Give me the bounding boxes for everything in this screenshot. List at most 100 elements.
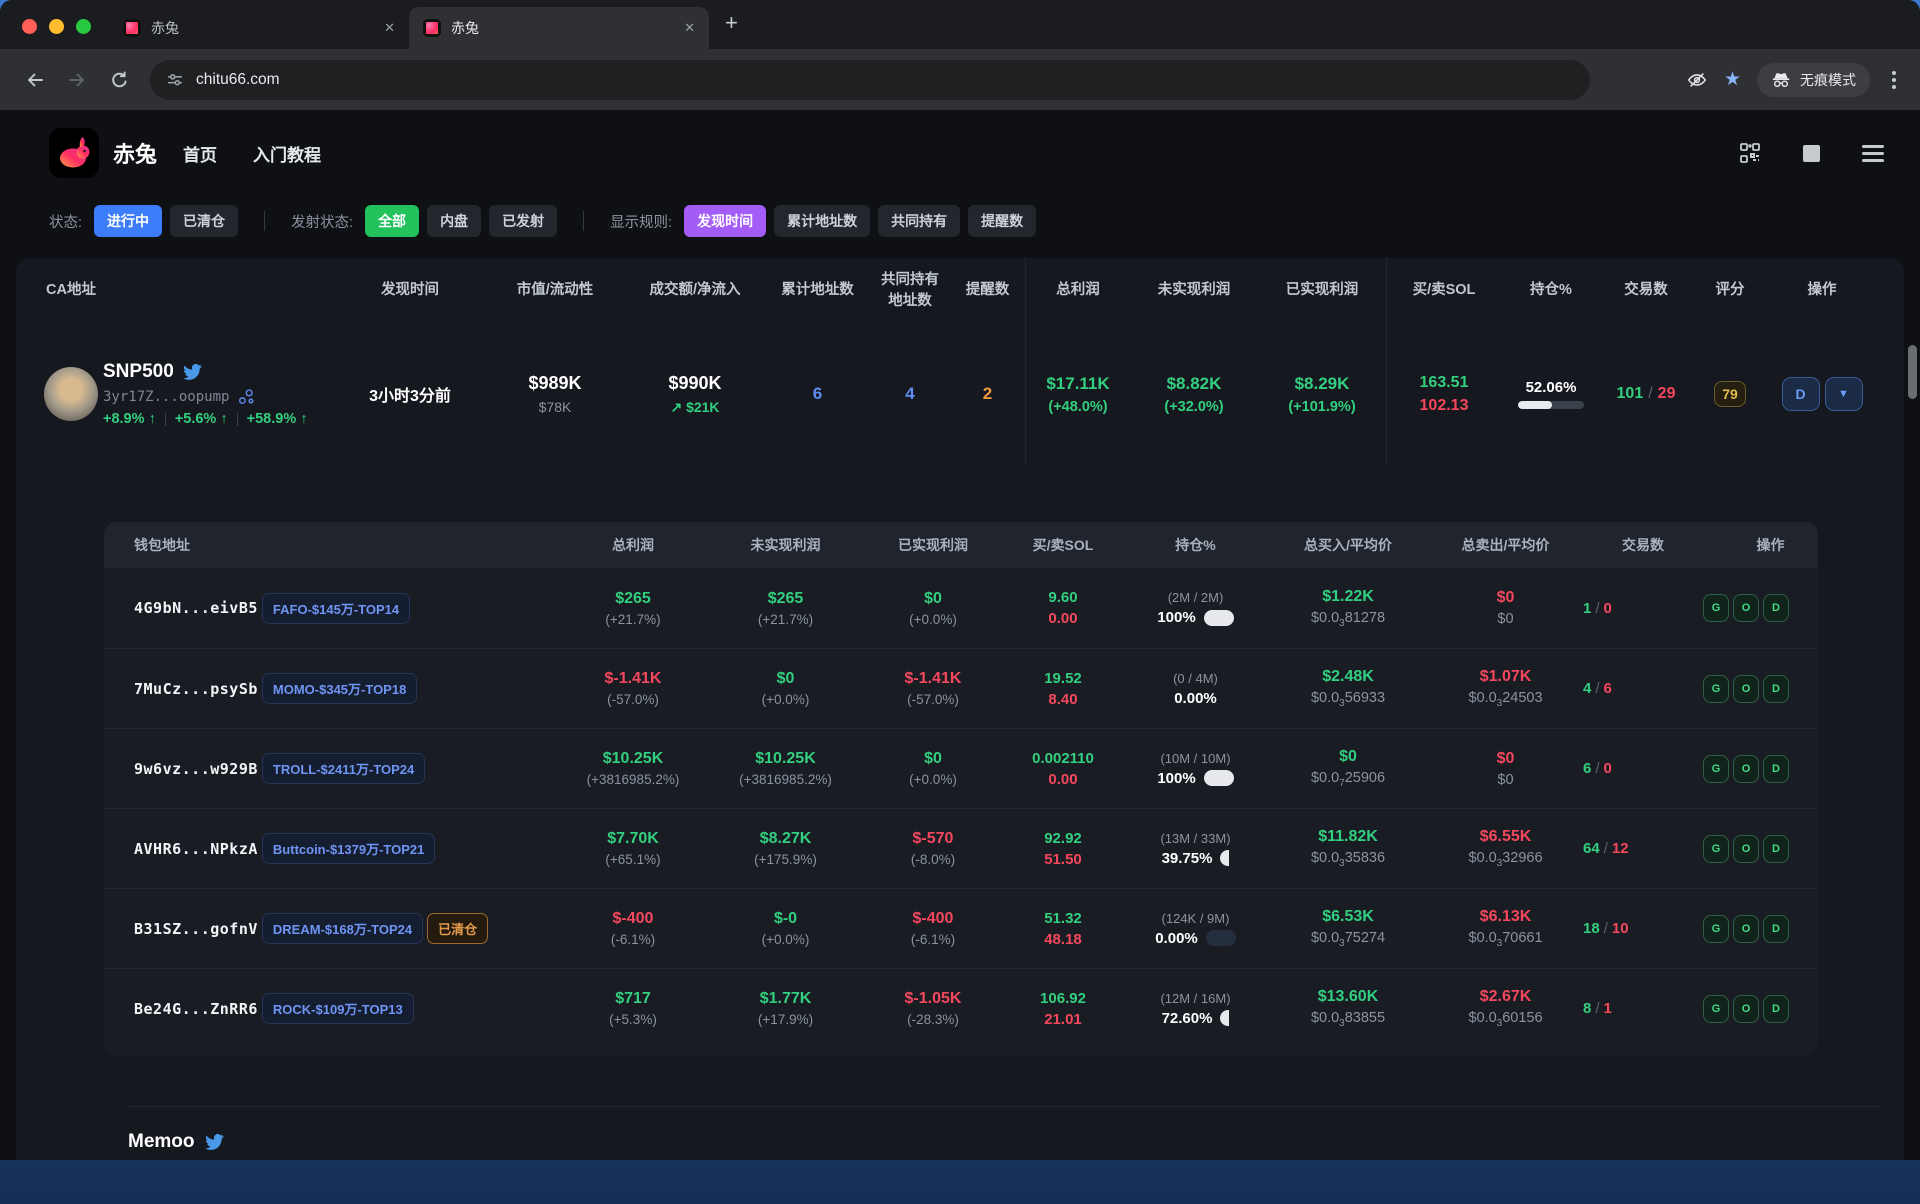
reload-button[interactable] [102, 63, 136, 97]
realized-value: $-1.41K [905, 670, 962, 688]
wallet-action-g-button[interactable]: G [1703, 755, 1729, 783]
column-header: 总买入/平均价 [1268, 535, 1428, 555]
filter-chip[interactable]: 共同持有 [878, 205, 960, 237]
wallet-token-badge[interactable]: Buttcoin-$1379万-TOP21 [262, 833, 435, 864]
nav-home[interactable]: 首页 [183, 141, 217, 166]
wallet-action-o-button[interactable]: O [1733, 594, 1759, 622]
wallet-row[interactable]: B31SZ...gofnV DREAM-$168万-TOP24 已清仓 $-40… [104, 888, 1818, 968]
app-logo[interactable] [49, 128, 99, 178]
wallet-row[interactable]: 4G9bN...eivB5 FAFO-$145万-TOP14 $265 (+21… [104, 568, 1818, 648]
tab-close-icon[interactable]: ✕ [384, 20, 395, 36]
wallet-row[interactable]: AVHR6...NPkzA Buttcoin-$1379万-TOP21 $7.7… [104, 808, 1818, 888]
wallet-token-badge[interactable]: DREAM-$168万-TOP24 [262, 913, 423, 944]
wallet-action-o-button[interactable]: O [1733, 755, 1759, 783]
browser-tab-active[interactable]: 赤兔 ✕ [409, 7, 709, 49]
url-text[interactable]: chitu66.com [196, 71, 280, 89]
column-header: 交易数 [1583, 535, 1703, 555]
wallet-row[interactable]: 9w6vz...w929B TROLL-$2411万-TOP24 $10.25K… [104, 728, 1818, 808]
token-row[interactable]: SNP500 3yr17Z...oopump +8.9% ↑ +5.6% ↑ +… [40, 324, 1880, 464]
wallet-address[interactable]: 7MuCz...psySb [134, 680, 258, 698]
wallet-action-d-button[interactable]: D [1763, 755, 1789, 783]
filter-group-label: 发射状态: [291, 211, 353, 232]
wallet-action-d-button[interactable]: D [1763, 995, 1789, 1023]
wallet-address[interactable]: Be24G...ZnRR6 [134, 1000, 258, 1018]
unrealized-value: $-0 [774, 910, 797, 928]
wallet-token-badge[interactable]: FAFO-$145万-TOP14 [262, 593, 410, 624]
new-tab-button[interactable]: + [709, 10, 754, 36]
wallet-action-o-button[interactable]: O [1733, 835, 1759, 863]
filter-chip[interactable]: 内盘 [427, 205, 481, 237]
close-window-button[interactable] [22, 19, 37, 34]
realized-pct: (-57.0%) [907, 692, 959, 707]
buy-sol: 106.92 [1040, 990, 1086, 1007]
window-controls[interactable] [0, 19, 109, 34]
stop-square-icon[interactable] [1803, 145, 1820, 162]
bookmark-star-icon[interactable]: ★ [1724, 68, 1741, 91]
wallet-action-g-button[interactable]: G [1703, 915, 1729, 943]
column-header: 买/卖SOL [1003, 535, 1123, 555]
url-bar[interactable]: chitu66.com [150, 60, 1590, 100]
wallet-action-d-button[interactable]: D [1763, 594, 1789, 622]
minimize-window-button[interactable] [49, 19, 64, 34]
wallet-action-g-button[interactable]: G [1703, 675, 1729, 703]
wallet-action-o-button[interactable]: O [1733, 915, 1759, 943]
wallet-action-o-button[interactable]: O [1733, 675, 1759, 703]
twitter-icon[interactable] [205, 1134, 224, 1150]
wallet-action-g-button[interactable]: G [1703, 835, 1729, 863]
wallet-action-o-button[interactable]: O [1733, 995, 1759, 1023]
wallet-address[interactable]: 9w6vz...w929B [134, 760, 258, 778]
total-sell-value: $6.13K [1480, 908, 1532, 926]
incognito-badge[interactable]: 无痕模式 [1757, 63, 1870, 97]
nav-tutorial[interactable]: 入门教程 [253, 141, 321, 166]
forward-button[interactable] [60, 63, 94, 97]
site-settings-icon[interactable] [166, 71, 184, 89]
maximize-window-button[interactable] [76, 19, 91, 34]
filter-chip[interactable]: 累计地址数 [774, 205, 870, 237]
wallet-address[interactable]: B31SZ...gofnV [134, 920, 258, 938]
profit-value: $-400 [613, 910, 654, 928]
filter-chip[interactable]: 已清仓 [170, 205, 238, 237]
wallet-token-badge[interactable]: MOMO-$345万-TOP18 [262, 673, 417, 704]
twitter-icon[interactable] [183, 364, 202, 380]
filter-chip[interactable]: 已发射 [489, 205, 557, 237]
detail-button[interactable]: D [1782, 377, 1820, 411]
wallet-row[interactable]: 7MuCz...psySb MOMO-$345万-TOP18 $-1.41K (… [104, 648, 1818, 728]
wallet-token-badge[interactable]: ROCK-$109万-TOP13 [262, 993, 414, 1024]
wallet-action-d-button[interactable]: D [1763, 675, 1789, 703]
avg-buy-price: $0.0335836 [1311, 850, 1385, 869]
sort-filter-group: 发现时间累计地址数共同持有提醒数 [684, 205, 1036, 237]
token-address[interactable]: 3yr17Z...oopump [103, 389, 229, 405]
position-toggle[interactable] [1220, 850, 1229, 866]
filter-chip[interactable]: 全部 [365, 205, 419, 237]
position-toggle[interactable] [1220, 1010, 1229, 1026]
wallet-action-g-button[interactable]: G [1703, 995, 1729, 1023]
hide-eye-icon[interactable] [1686, 69, 1708, 91]
filter-chip[interactable]: 进行中 [94, 205, 162, 237]
browser-menu-icon[interactable] [1886, 71, 1902, 89]
wallet-address[interactable]: AVHR6...NPkzA [134, 840, 258, 858]
unrealized-value: $8.27K [760, 830, 812, 848]
back-button[interactable] [18, 63, 52, 97]
wallet-action-d-button[interactable]: D [1763, 915, 1789, 943]
browser-tab[interactable]: 赤兔 ✕ [109, 7, 409, 49]
filter-chip[interactable]: 发现时间 [684, 205, 766, 237]
filter-chip[interactable]: 提醒数 [968, 205, 1036, 237]
wallet-row[interactable]: Be24G...ZnRR6 ROCK-$109万-TOP13 $717 (+5.… [104, 968, 1818, 1048]
menu-icon[interactable] [1862, 145, 1884, 162]
position-toggle[interactable] [1206, 930, 1236, 946]
wallet-token-badge[interactable]: TROLL-$2411万-TOP24 [262, 753, 425, 784]
wallet-action-g-button[interactable]: G [1703, 594, 1729, 622]
bubbles-icon[interactable] [237, 388, 255, 406]
wallet-address[interactable]: 4G9bN...eivB5 [134, 599, 258, 617]
wallet-action-d-button[interactable]: D [1763, 835, 1789, 863]
change-24h: +58.9% ↑ [247, 411, 308, 427]
tab-close-icon[interactable]: ✕ [684, 20, 695, 36]
next-token-row[interactable]: Memoo [128, 1131, 1880, 1153]
collapse-button[interactable]: ▼ [1825, 377, 1863, 411]
qr-code-icon[interactable] [1739, 142, 1761, 164]
scrollbar-thumb[interactable] [1908, 345, 1917, 399]
position-toggle[interactable] [1204, 610, 1234, 626]
position-toggle[interactable] [1204, 770, 1234, 786]
column-header: 累计地址数 [765, 258, 870, 324]
marketcap-value: $989K [528, 373, 581, 394]
